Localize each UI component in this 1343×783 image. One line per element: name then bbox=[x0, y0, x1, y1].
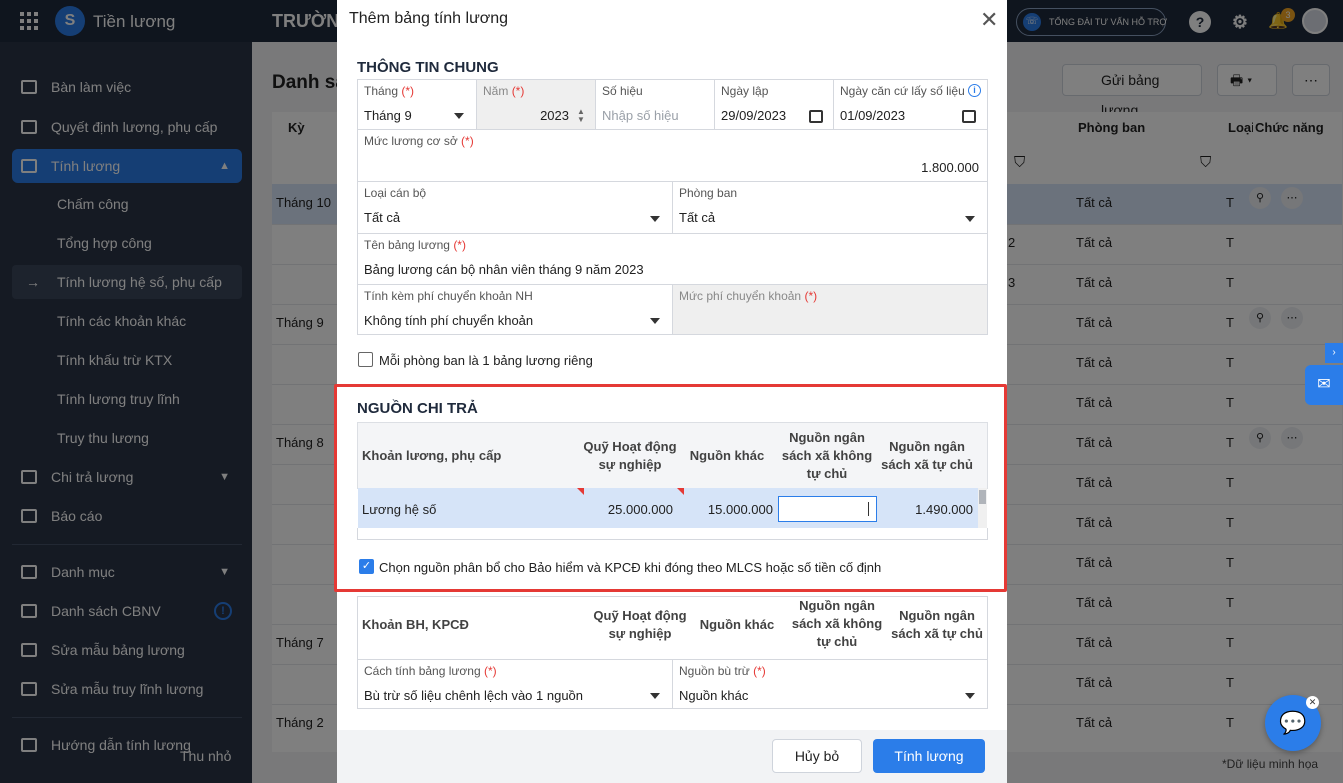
year-value: 2023 bbox=[540, 108, 569, 123]
year-input[interactable]: Năm (*) 2023 ▲ ▼ bbox=[476, 79, 596, 130]
calc-method-select[interactable]: Cách tính bảng lương (*) Bù trừ số liệu … bbox=[357, 659, 673, 709]
payroll-name-value: Bảng lương cán bộ nhân viên tháng 9 năm … bbox=[364, 262, 644, 277]
caret-down-icon bbox=[650, 216, 660, 222]
caret-down-icon bbox=[454, 113, 464, 119]
payroll-name-input[interactable]: Tên bảng lương (*) Bảng lương cán bộ nhâ… bbox=[357, 233, 988, 285]
required-mark: (*) bbox=[453, 238, 466, 252]
number-input[interactable]: Số hiệu Nhập số hiệu bbox=[595, 79, 715, 130]
demo-data-note: *Dữ liệu minh họa bbox=[1222, 757, 1319, 771]
required-mark: (*) bbox=[804, 289, 818, 303]
highlight-box bbox=[334, 384, 1007, 592]
separate-dept-checkbox[interactable] bbox=[358, 352, 373, 367]
field-label: Cách tính bảng lương (*) bbox=[364, 664, 497, 678]
base-date-input[interactable]: Ngày căn cứ lấy số liệu i 01/09/2023 bbox=[833, 79, 988, 130]
feedback-icon[interactable]: ✉ bbox=[1305, 365, 1343, 405]
grid-header-cell: Quỹ Hoạt động sự nghiệp bbox=[593, 608, 687, 641]
grid-header-cell: Nguồn khác bbox=[699, 617, 775, 632]
grid-header-cell: Khoản BH, KPCĐ bbox=[362, 617, 469, 632]
label-text: Nguồn bù trừ bbox=[679, 664, 750, 678]
field-label: Năm (*) bbox=[483, 84, 524, 98]
info-icon[interactable]: i bbox=[968, 84, 981, 97]
dialog-footer: Hủy bỏ Tính lương bbox=[337, 730, 1007, 783]
transfer-fee-select[interactable]: Tính kèm phí chuyển khoản NH Không tính … bbox=[357, 284, 673, 335]
calendar-icon[interactable] bbox=[809, 110, 823, 123]
dialog-title: Thêm bảng tính lương bbox=[349, 10, 509, 27]
label-text: Tên bảng lương bbox=[364, 238, 450, 252]
field-label: Tên bảng lương (*) bbox=[364, 238, 466, 252]
caret-down-icon bbox=[965, 693, 975, 699]
number-placeholder: Nhập số hiệu bbox=[602, 108, 679, 123]
separate-dept-label: Mỗi phòng ban là 1 bảng lương riêng bbox=[379, 353, 593, 368]
field-label: Ngày căn cứ lấy số liệu bbox=[840, 84, 965, 98]
label-text: Mức phí chuyển khoản bbox=[679, 289, 802, 303]
department-value: Tất cả bbox=[679, 210, 716, 225]
required-mark: (*) bbox=[484, 664, 497, 678]
base-salary-input[interactable]: Mức lương cơ sở (*) 1.800.000 bbox=[357, 129, 988, 182]
calc-method-value: Bù trừ số liệu chênh lệch vào 1 nguồn bbox=[364, 688, 584, 703]
field-label: Mức lương cơ sở (*) bbox=[364, 134, 474, 148]
month-value: Tháng 9 bbox=[364, 108, 412, 123]
stepper-icon[interactable]: ▲ ▼ bbox=[577, 108, 585, 124]
required-mark: (*) bbox=[753, 664, 766, 678]
label-text: Năm bbox=[483, 84, 509, 98]
calendar-icon[interactable] bbox=[962, 110, 976, 123]
transfer-fee-value: Không tính phí chuyển khoản bbox=[364, 313, 534, 328]
staff-type-select[interactable]: Loại cán bộ Tất cả bbox=[357, 181, 673, 234]
created-date-input[interactable]: Ngày lập 29/09/2023 bbox=[714, 79, 834, 130]
base-date-value: 01/09/2023 bbox=[840, 108, 906, 123]
grid-header-cell: Nguồn ngân sách xã tự chủ bbox=[891, 608, 983, 641]
base-salary-value: 1.800.000 bbox=[921, 160, 979, 175]
field-label: Tháng (*) bbox=[364, 84, 414, 98]
section-title-general: THÔNG TIN CHUNG bbox=[357, 59, 499, 76]
cancel-button[interactable]: Hủy bỏ bbox=[772, 739, 862, 773]
offset-source-value: Nguồn khác bbox=[679, 688, 749, 703]
required-mark: (*) bbox=[401, 84, 415, 98]
created-date-value: 29/09/2023 bbox=[721, 108, 787, 123]
caret-down-icon bbox=[650, 318, 660, 324]
required-mark: (*) bbox=[511, 84, 525, 98]
caret-down-icon bbox=[965, 216, 975, 222]
grid-header-cell: Nguồn ngân sách xã không tự chủ bbox=[791, 598, 883, 649]
chevron-right-icon[interactable]: › bbox=[1325, 343, 1343, 363]
field-label: Tính kèm phí chuyển khoản NH bbox=[364, 289, 533, 303]
calculate-button[interactable]: Tính lương bbox=[873, 739, 985, 773]
close-icon[interactable]: ✕ bbox=[1306, 696, 1319, 709]
field-label: Ngày lập bbox=[721, 84, 769, 98]
field-label: Mức phí chuyển khoản (*) bbox=[679, 289, 817, 303]
field-label: Loại cán bộ bbox=[364, 186, 427, 200]
label-text: Mức lương cơ sở bbox=[364, 134, 458, 148]
label-text: Cách tính bảng lương bbox=[364, 664, 481, 678]
transfer-fee-amount-input: Mức phí chuyển khoản (*) bbox=[672, 284, 988, 335]
staff-type-value: Tất cả bbox=[364, 210, 401, 225]
month-select[interactable]: Tháng (*) Tháng 9 bbox=[357, 79, 477, 130]
department-select[interactable]: Phòng ban Tất cả bbox=[672, 181, 988, 234]
label-text: Tháng bbox=[364, 84, 399, 98]
field-label: Phòng ban bbox=[679, 186, 738, 200]
close-icon[interactable]: ✕ bbox=[980, 7, 998, 33]
required-mark: (*) bbox=[461, 134, 474, 148]
caret-down-icon bbox=[650, 693, 660, 699]
offset-source-select[interactable]: Nguồn bù trừ (*) Nguồn khác bbox=[672, 659, 988, 709]
field-label: Nguồn bù trừ (*) bbox=[679, 664, 766, 678]
field-label: Số hiệu bbox=[602, 84, 643, 98]
